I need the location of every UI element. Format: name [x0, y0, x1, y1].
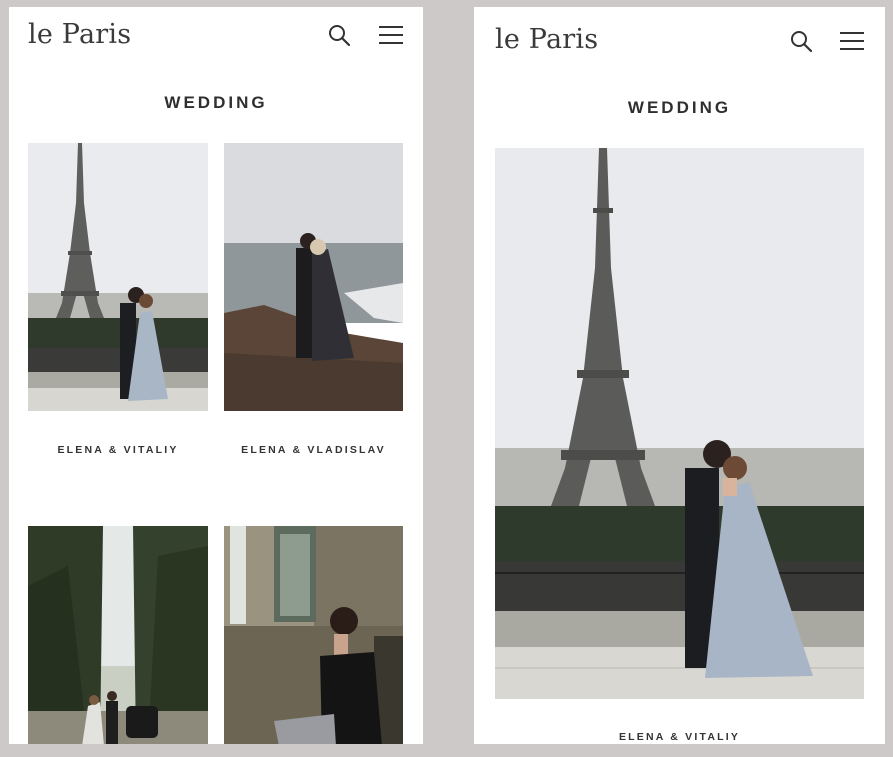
eiffel-tower-couple-photo-large[interactable] — [495, 148, 864, 699]
grid-view-panel: le Paris WEDDING ELENA & VITALIY ELENA &… — [9, 7, 423, 744]
page-title: WEDDING — [164, 93, 268, 112]
hamburger-menu-icon[interactable] — [838, 27, 866, 55]
cypress-avenue-couple-car-photo[interactable] — [28, 526, 208, 744]
header: le Paris — [474, 7, 885, 63]
single-view-panel: le Paris WEDDING ELENA & VITALIY — [474, 7, 885, 744]
page-title: WEDDING — [627, 98, 732, 117]
caption-elena-vitaliy[interactable]: ELENA & VITALIY — [28, 444, 208, 456]
hamburger-menu-icon[interactable] — [377, 21, 405, 49]
header: le Paris — [9, 7, 423, 63]
woman-by-window-photo[interactable] — [224, 526, 403, 744]
logo[interactable]: le Paris — [28, 19, 131, 50]
logo[interactable]: le Paris — [495, 24, 598, 55]
seaside-cliff-couple-photo[interactable] — [224, 143, 403, 411]
search-icon[interactable] — [325, 21, 353, 49]
caption-elena-vladislav[interactable]: ELENA & VLADISLAV — [224, 444, 403, 456]
search-icon[interactable] — [787, 27, 815, 55]
caption-elena-vitaliy[interactable]: ELENA & VITALIY — [495, 731, 864, 743]
eiffel-tower-couple-photo[interactable] — [28, 143, 208, 411]
